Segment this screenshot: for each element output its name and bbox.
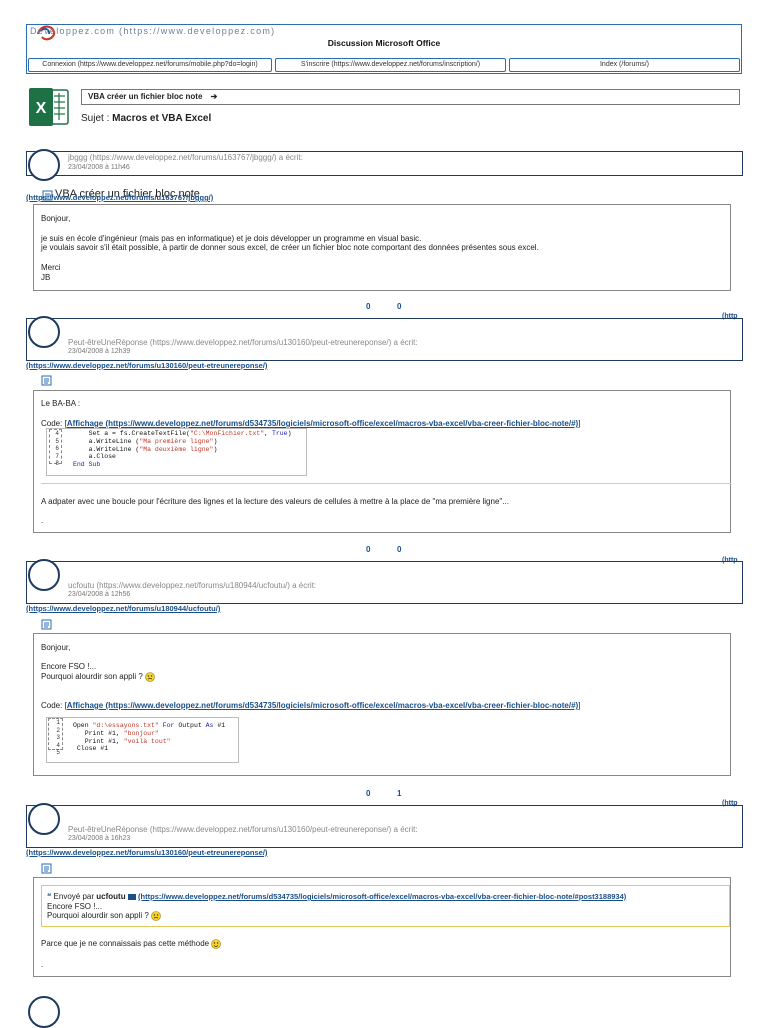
smiley-icon: [211, 939, 222, 949]
post-text-line: Pourquoi alourdir son appli ?: [41, 672, 155, 682]
quote-icon: ❝: [47, 892, 52, 901]
avatar[interactable]: [28, 149, 60, 181]
post-intro: Le BA-BA :: [41, 399, 81, 408]
vote-up-count[interactable]: 0: [366, 545, 370, 554]
register-button[interactable]: S'inscrire (https://www.developpez.net/f…: [275, 58, 506, 72]
message-icon: [41, 375, 52, 386]
author-profile-link[interactable]: (https://www.developpez.net/forums/u1809…: [26, 604, 220, 613]
code-content: Set a = fs.CreateTextFile("C:\MonFichier…: [73, 430, 292, 469]
code-gutter: 12345: [48, 718, 63, 756]
post-author[interactable]: jbggg (https://www.developpez.net/forums…: [68, 153, 303, 162]
post-text-line: Merci: [41, 263, 61, 272]
code-close: ]: [578, 419, 581, 428]
topic-title-box[interactable]: VBA créer un fichier bloc note ➔: [81, 89, 740, 105]
post-text-line: .: [41, 960, 44, 969]
post-text-line: Encore FSO !...: [41, 662, 97, 671]
subject-value[interactable]: Macros et VBA Excel: [112, 113, 211, 124]
post-author[interactable]: Peut-êtreUneRéponse (https://www.develop…: [68, 825, 418, 834]
message-icon: [41, 619, 52, 630]
site-title[interactable]: Developpez.com (https://www.developpez.c…: [30, 26, 275, 36]
post-date: 23/04/2008 à 12h39: [68, 348, 131, 355]
post-text-line: JB: [41, 273, 51, 282]
divider: [41, 483, 731, 484]
post-text-line: Bonjour,: [41, 643, 71, 652]
smiley-icon: [151, 911, 161, 921]
quote-text-line: Pourquoi alourdir son appli ?: [47, 911, 161, 921]
excel-icon: X: [29, 88, 69, 126]
avatar[interactable]: [28, 559, 60, 591]
code-close: ]: [578, 701, 581, 710]
smiley-icon: [145, 672, 155, 682]
post-date: 23/04/2008 à 11h46: [68, 164, 130, 171]
author-profile-link[interactable]: (https://www.developpez.net/forums/u1637…: [26, 193, 213, 202]
code-label: Code: [: [41, 701, 67, 710]
code-gutter: 45678: [49, 429, 62, 467]
vote-down-count[interactable]: 0: [397, 545, 401, 554]
author-profile-link[interactable]: (https://www.developpez.net/forums/u1301…: [26, 361, 267, 370]
login-button[interactable]: Connexion (https://www.developpez.net/fo…: [28, 58, 272, 72]
vote-down-count[interactable]: 1: [397, 789, 401, 798]
code-label: Code: [: [41, 419, 67, 428]
code-header: Code: [Affichage (https://www.developpez…: [41, 701, 580, 711]
discussion-title: Discussion Microsoft Office: [327, 38, 441, 48]
quote-author[interactable]: ucfoutu: [96, 892, 125, 901]
post-author[interactable]: ucfoutu (https://www.developpez.net/foru…: [68, 581, 316, 590]
avatar[interactable]: [28, 996, 60, 1028]
post-text-line: .: [41, 516, 44, 525]
quote-header: ❝ Envoyé par ucfoutu (https://www.develo…: [47, 892, 627, 901]
code-toggle-link[interactable]: Affichage (https://www.developpez.net/fo…: [67, 701, 578, 710]
post-date: 23/04/2008 à 12h56: [68, 591, 131, 598]
post-author[interactable]: Peut-êtreUneRéponse (https://www.develop…: [68, 338, 418, 347]
post-text-line: A adpater avec une boucle pour l'écritur…: [41, 497, 509, 506]
arrow-right-icon: ➔: [210, 92, 218, 101]
avatar[interactable]: [28, 803, 60, 835]
svg-text:X: X: [36, 100, 47, 117]
code-toggle-link[interactable]: Affichage (https://www.developpez.net/fo…: [67, 419, 578, 428]
vote-up-count[interactable]: 0: [366, 302, 370, 311]
author-profile-link[interactable]: (https://www.developpez.net/forums/u1301…: [26, 848, 267, 857]
post-text-line: je voulais savoir s'il était possible, à…: [41, 243, 539, 252]
quote-source-link[interactable]: (https://www.developpez.net/forums/d5347…: [138, 892, 626, 901]
vote-down-count[interactable]: 0: [397, 302, 401, 311]
post-date: 23/04/2008 à 16h23: [68, 835, 131, 842]
post-link-icon[interactable]: [127, 893, 136, 900]
topic-title: VBA créer un fichier bloc note: [88, 92, 203, 101]
index-button[interactable]: Index (/forums/): [509, 58, 740, 72]
subject-label: Sujet :: [81, 113, 113, 124]
post-text-line: Bonjour,: [41, 214, 71, 223]
code-content: Open "d:\essayons.txt" For Output As #1 …: [73, 722, 226, 753]
subject-line: Sujet : Macros et VBA Excel: [81, 113, 211, 124]
avatar[interactable]: [28, 316, 60, 348]
post-text-line: Parce que je ne connaissais pas cette mé…: [41, 939, 222, 949]
message-icon: [41, 863, 52, 874]
vote-up-count[interactable]: 0: [366, 789, 370, 798]
